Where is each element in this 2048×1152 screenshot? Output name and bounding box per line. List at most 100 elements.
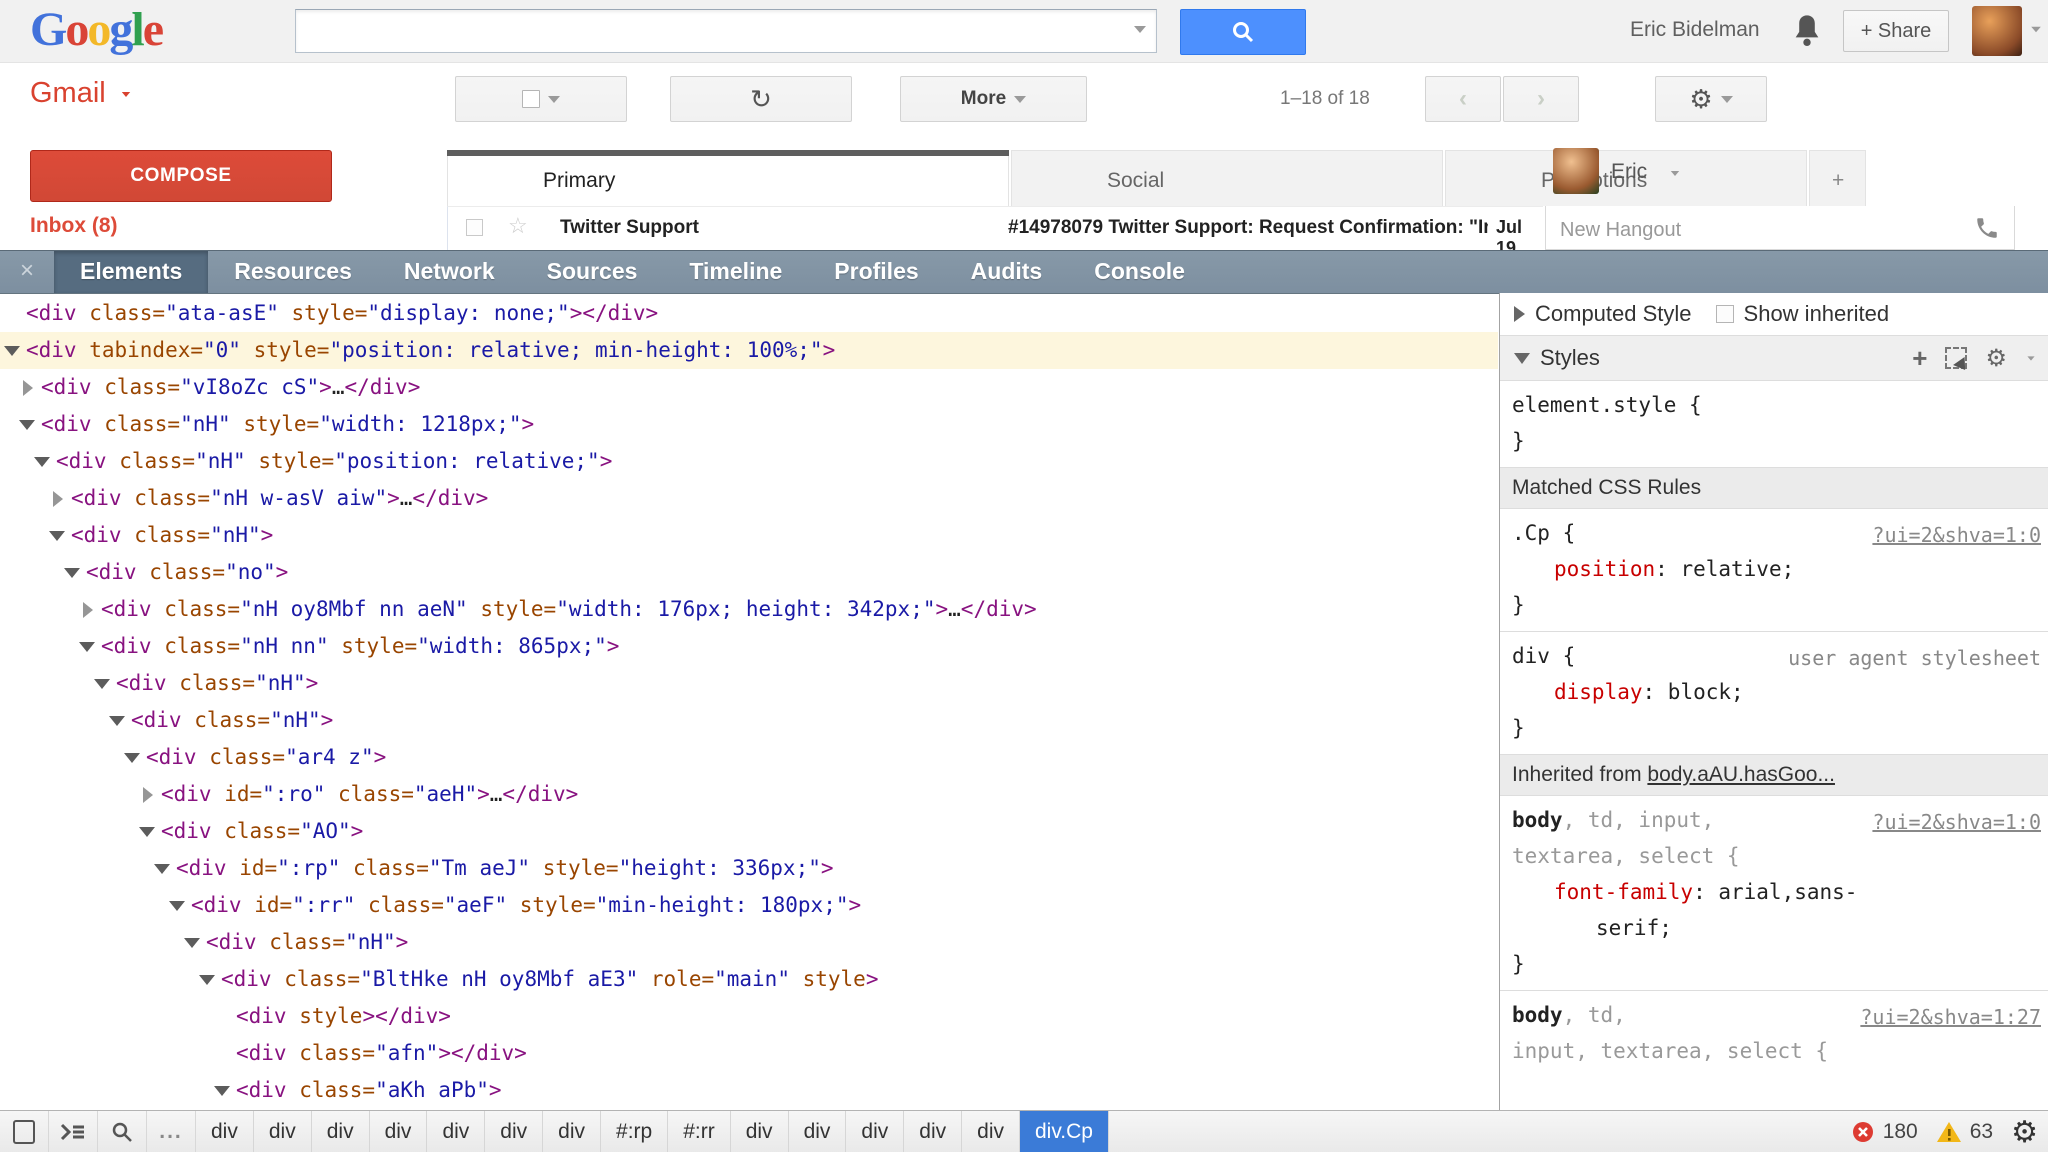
breadcrumb-item[interactable]: #:rp [601,1111,668,1152]
dom-tree-line[interactable]: <div class="afn"></div> [0,1035,1498,1072]
breadcrumb-item[interactable]: div [904,1111,962,1152]
collapse-arrow-icon[interactable] [154,864,170,874]
devtools-close-icon[interactable]: × [0,251,54,293]
dom-tree-line[interactable]: <div class="nH"> [0,702,1498,739]
overflow-button[interactable]: ... [147,1111,196,1152]
breadcrumb-item[interactable]: div [196,1111,254,1152]
dom-tree-line[interactable]: <div class="aKh aPb"> [0,1072,1498,1109]
dom-tree-line[interactable]: <div class="BltHke nH oy8Mbf aE3" role="… [0,961,1498,998]
collapse-arrow-icon[interactable] [139,827,155,837]
devtools-tab-timeline[interactable]: Timeline [663,251,808,293]
star-icon[interactable]: ☆ [508,213,528,239]
breadcrumb-item[interactable]: div [789,1111,847,1152]
tab-primary[interactable]: Primary [447,150,1009,206]
dom-tree-line[interactable]: <div class="nH nn" style="width: 865px;"… [0,628,1498,665]
more-button[interactable]: More [900,76,1087,122]
breadcrumb-item[interactable]: div [312,1111,370,1152]
search-button[interactable] [98,1111,147,1152]
profile-caret-icon[interactable] [1671,171,1679,176]
console-drawer-button[interactable] [49,1111,98,1152]
search-dropdown-caret-icon[interactable] [1134,26,1146,33]
css-property[interactable]: position: relative; [1512,551,2048,587]
phone-icon[interactable] [1974,215,2000,241]
email-row[interactable]: ☆ Twitter Support #14978079 Twitter Supp… [447,206,1543,250]
devtools-settings-gear-icon[interactable]: ⚙ [2011,1115,2038,1150]
breadcrumb-item[interactable]: div [731,1111,789,1152]
gmail-menu[interactable]: Gmail [30,77,132,110]
select-checkbox-button[interactable] [455,76,627,122]
error-badge-icon[interactable] [1851,1120,1875,1144]
inherited-from-link[interactable]: body.aAU.hasGoo... [1647,763,1835,786]
element-style-rule[interactable]: element.style { } [1500,381,2048,468]
new-style-rule-icon[interactable]: + [1912,348,1927,368]
collapse-arrow-icon[interactable] [184,938,200,948]
element-picker-icon[interactable] [1945,347,1967,369]
breadcrumb-item[interactable]: div [254,1111,312,1152]
older-button[interactable]: › [1503,76,1579,122]
dom-tree-line[interactable]: <div tabindex="0" style="position: relat… [0,332,1498,369]
refresh-button[interactable]: ↻ [670,76,852,122]
collapse-arrow-icon[interactable] [109,716,125,726]
newer-button[interactable]: ‹ [1425,76,1501,122]
error-count[interactable]: 180 [1883,1120,1918,1144]
breadcrumb-item[interactable]: div [962,1111,1020,1152]
dom-tree-line[interactable]: <div id=":rr" class="aeF" style="min-hei… [0,887,1498,924]
add-category-tab-button[interactable]: + [1809,150,1866,206]
expand-right-icon[interactable] [1514,306,1525,322]
dom-tree-line[interactable]: <div id=":ro" class="aeH">…</div> [0,776,1498,813]
styles-section-header[interactable]: Styles + ⚙ [1500,336,2048,381]
sidebar-item-inbox[interactable]: Inbox (8) [30,214,118,238]
notification-bell-icon[interactable] [1790,12,1824,55]
breadcrumb-item[interactable]: div.Cp [1020,1111,1109,1152]
devtools-tab-resources[interactable]: Resources [208,251,378,293]
devtools-tab-console[interactable]: Console [1068,251,1211,293]
dom-tree-line[interactable]: <div style></div> [0,998,1498,1035]
breadcrumb-item[interactable]: #:rr [668,1111,731,1152]
collapse-arrow-icon[interactable] [199,975,215,985]
collapse-arrow-icon[interactable] [214,1086,230,1096]
settings-button[interactable]: ⚙ [1655,76,1767,122]
account-caret-icon[interactable] [2031,27,2041,33]
devtools-tab-audits[interactable]: Audits [945,251,1069,293]
dom-tree-line[interactable]: <div class="ar4 z"> [0,739,1498,776]
dom-tree-line[interactable]: <div class="AO"> [0,813,1498,850]
devtools-tab-elements[interactable]: Elements [54,251,208,293]
expand-arrow-icon[interactable] [83,602,93,618]
css-rule-div[interactable]: user agent stylesheet div { display: blo… [1500,632,2048,755]
collapse-arrow-icon[interactable] [79,642,95,652]
search-input[interactable] [295,9,1157,53]
dock-side-button[interactable] [0,1111,49,1152]
collapse-arrow-icon[interactable] [49,531,65,541]
collapse-arrow-icon[interactable] [94,679,110,689]
breadcrumb-item[interactable]: div [846,1111,904,1152]
css-property[interactable]: display: block; [1512,674,2048,710]
breadcrumb-item[interactable]: div [427,1111,485,1152]
expand-arrow-icon[interactable] [23,380,33,396]
collapse-arrow-icon[interactable] [4,346,20,356]
new-hangout-search[interactable]: New Hangout [1545,206,2015,250]
account-avatar[interactable] [1972,6,2022,56]
collapse-arrow-icon[interactable] [34,457,50,467]
devtools-tab-profiles[interactable]: Profiles [808,251,944,293]
expand-arrow-icon[interactable] [143,787,153,803]
css-rule-cp[interactable]: ?ui=2&shva=1:0 .Cp { position: relative;… [1500,509,2048,632]
stylesheet-link[interactable]: ?ui=2&shva=1:0 [1872,517,2041,553]
stylesheet-link[interactable]: ?ui=2&shva=1:27 [1860,999,2041,1035]
styles-gear-icon[interactable]: ⚙ [1985,344,2007,373]
breadcrumb-item[interactable]: div [543,1111,601,1152]
profile-name[interactable]: Eric [1611,160,1647,184]
dom-tree-line[interactable]: <div class="nH"> [0,517,1498,554]
dom-tree-line[interactable]: <div class="vI8oZc cS">…</div> [0,369,1498,406]
dom-tree-line[interactable]: <div class="nH oy8Mbf nn aeN" style="wid… [0,591,1498,628]
stylesheet-link[interactable]: ?ui=2&shva=1:0 [1872,804,2041,840]
account-name[interactable]: Eric Bidelman [1630,18,1760,42]
dom-tree-line[interactable]: <div class="no"> [0,554,1498,591]
dom-tree-line[interactable]: <div class="nH w-asV aiw">…</div> [0,480,1498,517]
breadcrumb-item[interactable]: div [485,1111,543,1152]
computed-style-section[interactable]: Computed Style Show inherited [1500,293,2048,336]
warning-count[interactable]: 63 [1970,1120,1993,1144]
dom-tree-line[interactable]: <div class="nH" style="position: relativ… [0,443,1498,480]
dom-tree-line[interactable]: <div class="nH" style="width: 1218px;"> [0,406,1498,443]
share-button[interactable]: + Share [1843,10,1949,52]
compose-button[interactable]: COMPOSE [30,150,332,202]
